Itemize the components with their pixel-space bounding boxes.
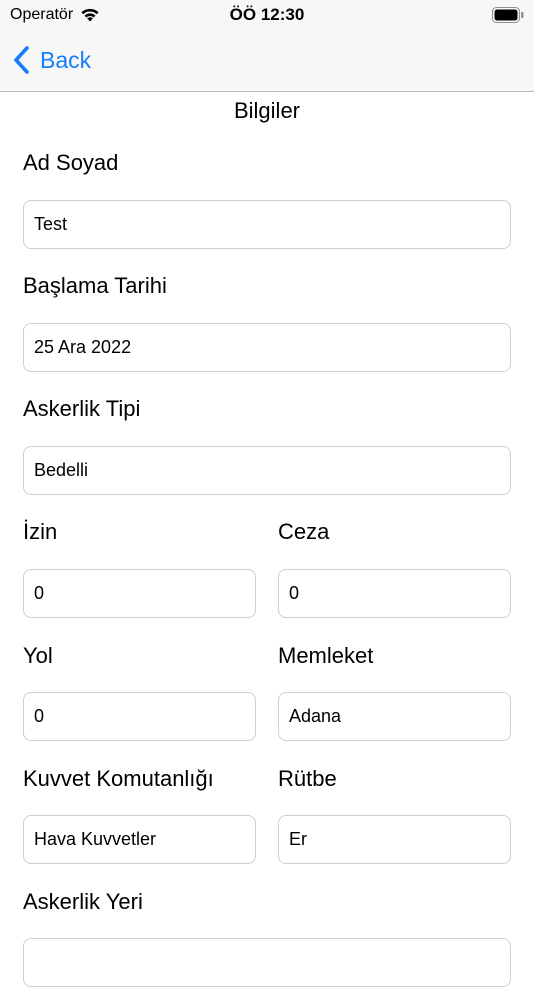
baslama-tarihi-input[interactable]	[23, 323, 511, 372]
ad-soyad-label: Ad Soyad	[23, 150, 119, 175]
askerlik-tipi-input[interactable]	[23, 446, 511, 495]
askerlik-tipi-label: Askerlik Tipi	[23, 396, 141, 421]
back-button-label: Back	[40, 46, 92, 73]
memleket-label: Memleket	[278, 643, 374, 668]
rutbe-input[interactable]	[278, 815, 511, 864]
battery-icon	[492, 7, 524, 23]
ceza-label: Ceza	[278, 519, 330, 544]
memleket-input[interactable]	[278, 692, 511, 741]
chevron-left-icon	[14, 46, 29, 74]
status-time: ÖÖ 12:30	[229, 5, 305, 24]
kuvvet-komutanligi-input[interactable]	[23, 815, 256, 864]
askerlik-yeri-input[interactable]	[23, 938, 511, 987]
yol-input[interactable]	[23, 692, 256, 741]
ad-soyad-input[interactable]	[23, 200, 511, 249]
ceza-input[interactable]	[278, 569, 511, 618]
izin-input[interactable]	[23, 569, 256, 618]
back-button[interactable]: Back	[12, 44, 91, 76]
kuvvet-komutanligi-label: Kuvvet Komutanlığı	[23, 766, 214, 791]
rutbe-label: Rütbe	[278, 766, 337, 791]
page-title: Bilgiler	[233, 98, 301, 123]
izin-label: İzin	[23, 519, 58, 544]
askerlik-yeri-label: Askerlik Yeri	[23, 889, 143, 914]
yol-label: Yol	[23, 643, 53, 668]
baslama-tarihi-label: Başlama Tarihi	[23, 273, 167, 298]
status-bar: Operatör ÖÖ 12:30	[0, 0, 534, 30]
navigation-bar: Back	[0, 30, 534, 92]
